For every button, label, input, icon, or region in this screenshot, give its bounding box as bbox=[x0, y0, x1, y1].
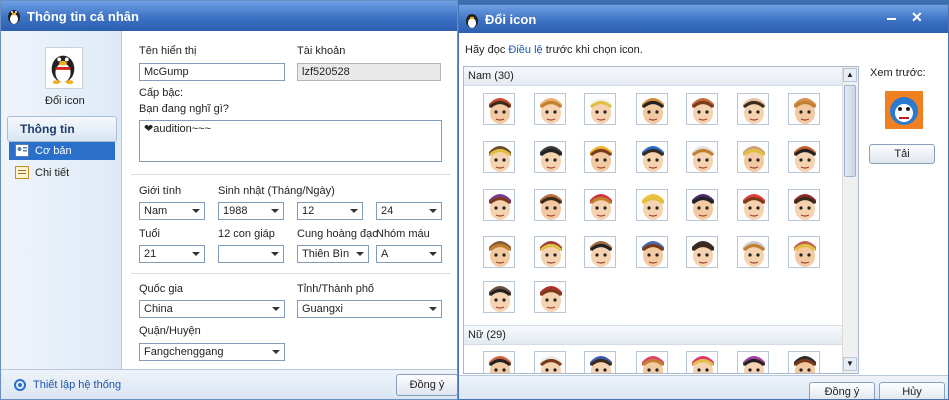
chevron-down-icon bbox=[429, 252, 437, 256]
minimize-icon[interactable] bbox=[887, 18, 896, 20]
profile-ok-button[interactable]: Đồng ý bbox=[396, 374, 457, 396]
rules-link[interactable]: Điều lệ bbox=[508, 44, 542, 56]
scroll-thumb[interactable] bbox=[844, 85, 856, 177]
avatar-preview-icon bbox=[890, 97, 918, 125]
avatar-icon[interactable] bbox=[584, 351, 616, 373]
display-name-label: Tên hiển thị bbox=[139, 45, 197, 57]
age-label: Tuổi bbox=[139, 228, 160, 240]
instruction: Hãy đọc Điều lệ trước khi chọn icon. bbox=[465, 44, 643, 56]
province-select[interactable]: Guangxi bbox=[297, 300, 442, 318]
province-value: Guangxi bbox=[302, 303, 343, 315]
birth-day-select[interactable]: 24 bbox=[376, 202, 442, 220]
age-select[interactable]: 21 bbox=[139, 245, 205, 263]
constellation-label: Cung hoàng đạo bbox=[297, 228, 379, 240]
display-name-input[interactable]: McGump bbox=[139, 63, 285, 81]
instruction-post: trước khi chọn icon. bbox=[542, 44, 643, 56]
nav-header[interactable]: Thông tin bbox=[7, 116, 117, 142]
icon-list-panel: Nam (30) Nữ (29) ▲ ▼ bbox=[463, 66, 859, 374]
close-icon[interactable]: ✕ bbox=[911, 9, 923, 26]
birth-year-select[interactable]: 1988 bbox=[218, 202, 284, 220]
change-icon-window: Đổi icon ✕ Hãy đọc Điều lệ trước khi chọ… bbox=[458, 4, 949, 400]
change-icon-title: Đổi icon bbox=[485, 12, 537, 27]
chevron-down-icon bbox=[350, 209, 358, 213]
avatar-icon[interactable] bbox=[737, 351, 769, 373]
avatar-icon[interactable] bbox=[483, 351, 515, 373]
profile-title: Thông tin cá nhân bbox=[27, 9, 139, 24]
change-icon-titlebar[interactable]: Đổi icon ✕ bbox=[459, 5, 948, 33]
district-select[interactable]: Fangchenggang bbox=[139, 343, 285, 361]
profile-window: Thông tin cá nhân Đổi icon Thông tin Cơ … bbox=[0, 0, 458, 400]
avatar-icon[interactable] bbox=[636, 351, 668, 373]
chevron-down-icon bbox=[272, 307, 280, 311]
nav-item-basic-label: Cơ bản bbox=[35, 145, 72, 157]
change-icon-link[interactable]: Đổi icon bbox=[45, 95, 85, 107]
chevron-down-icon bbox=[356, 252, 364, 256]
chevron-down-icon bbox=[192, 209, 200, 213]
chevron-down-icon bbox=[271, 209, 279, 213]
nav-item-detail[interactable]: Chi tiết bbox=[9, 164, 115, 182]
constellation-select[interactable]: Thiên Bìn bbox=[297, 245, 369, 263]
avatar-icon[interactable] bbox=[788, 351, 820, 373]
nav-item-detail-label: Chi tiết bbox=[35, 167, 70, 179]
load-button[interactable]: Tải bbox=[869, 144, 935, 164]
icon-ok-button[interactable]: Đồng ý bbox=[809, 382, 875, 399]
settings-link[interactable]: Thiết lập hệ thống bbox=[33, 379, 121, 391]
avatar-icon[interactable] bbox=[534, 351, 566, 373]
penguin-icon bbox=[8, 10, 20, 24]
rank-label: Cấp bậc: bbox=[139, 87, 184, 99]
notepad-icon bbox=[15, 166, 29, 179]
penguin-icon bbox=[51, 55, 75, 84]
birth-day-value: 24 bbox=[381, 205, 394, 217]
profile-titlebar[interactable]: Thông tin cá nhân bbox=[1, 1, 457, 31]
gender-select[interactable]: Nam bbox=[139, 202, 205, 220]
district-label: Quận/Huyện bbox=[139, 325, 201, 337]
nav-item-basic[interactable]: Cơ bản bbox=[9, 142, 115, 160]
divider bbox=[131, 273, 451, 274]
chevron-down-icon bbox=[429, 307, 437, 311]
blood-value: A bbox=[381, 248, 389, 260]
birth-month-value: 12 bbox=[302, 205, 315, 217]
scroll-up-icon[interactable]: ▲ bbox=[843, 68, 857, 82]
penguin-icon bbox=[466, 14, 478, 28]
profile-avatar[interactable] bbox=[45, 47, 83, 89]
country-select[interactable]: China bbox=[139, 300, 285, 318]
account-label: Tài khoản bbox=[297, 45, 346, 57]
zodiac-select[interactable] bbox=[218, 245, 284, 263]
country-label: Quốc gia bbox=[139, 283, 184, 295]
chevron-down-icon bbox=[271, 252, 279, 256]
birth-month-select[interactable]: 12 bbox=[297, 202, 363, 220]
zodiac-label: 12 con giáp bbox=[218, 228, 275, 240]
female-icon-grid bbox=[464, 67, 844, 373]
gender-label: Giới tính bbox=[139, 185, 182, 197]
birth-year-value: 1988 bbox=[223, 205, 248, 217]
cancel-button[interactable]: Hủy bbox=[879, 382, 945, 399]
chevron-down-icon bbox=[192, 252, 200, 256]
nav-header-label: Thông tin bbox=[20, 122, 75, 136]
birthday-label: Sinh nhật (Tháng/Ngày) bbox=[218, 185, 335, 197]
thinking-label: Bạn đang nghĩ gì? bbox=[139, 103, 229, 115]
gender-value: Nam bbox=[144, 205, 168, 217]
account-field: lzf520528 bbox=[297, 63, 441, 81]
scroll-down-icon[interactable]: ▼ bbox=[843, 357, 857, 371]
preview-avatar bbox=[885, 91, 923, 129]
country-value: China bbox=[144, 303, 173, 315]
gear-icon[interactable] bbox=[13, 378, 27, 392]
district-value: Fangchenggang bbox=[144, 346, 224, 358]
blood-select[interactable]: A bbox=[376, 245, 442, 263]
avatar-icon[interactable] bbox=[686, 351, 718, 373]
constellation-value: Thiên Bìn bbox=[302, 248, 350, 260]
chevron-down-icon bbox=[272, 350, 280, 354]
age-value: 21 bbox=[144, 248, 157, 260]
province-label: Tỉnh/Thành phố bbox=[297, 283, 375, 295]
instruction-pre: Hãy đọc bbox=[465, 44, 509, 56]
blood-label: Nhóm máu bbox=[376, 228, 430, 240]
preview-label: Xem trước: bbox=[870, 67, 926, 79]
divider bbox=[131, 174, 451, 175]
chevron-down-icon bbox=[429, 209, 437, 213]
id-card-icon bbox=[15, 144, 29, 157]
thinking-textarea[interactable]: ❤audition~~~ bbox=[139, 120, 442, 162]
